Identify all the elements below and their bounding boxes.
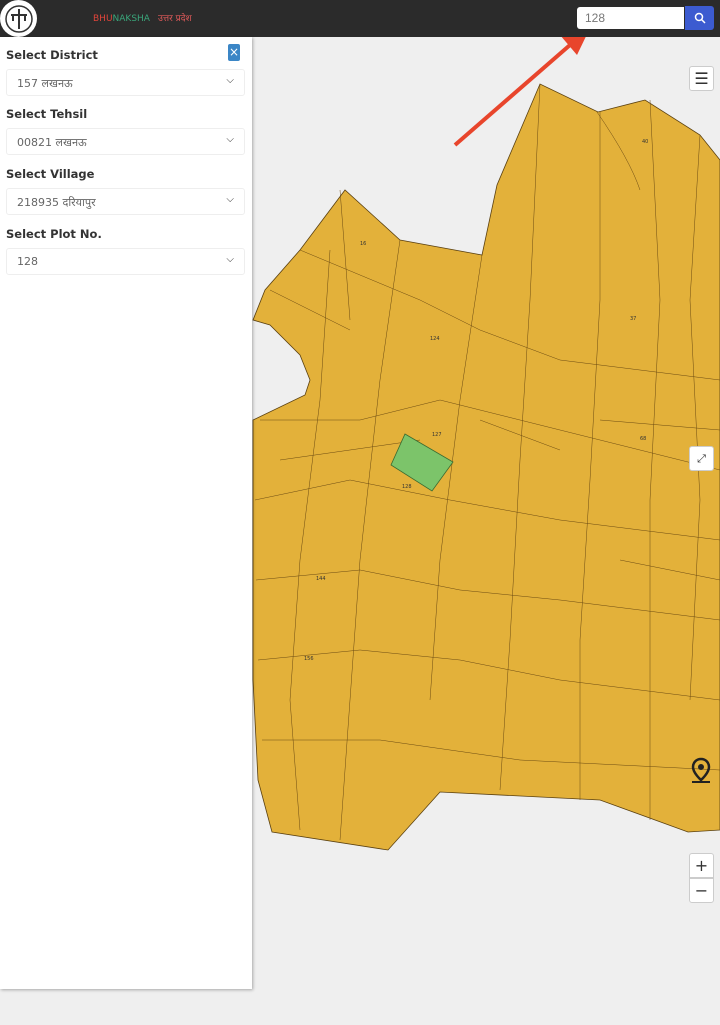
plot-label: 124: [430, 336, 440, 342]
plot-label: 128: [402, 484, 412, 490]
village-value: 218935 दरियापुर: [17, 196, 96, 209]
plot-label: 16: [360, 241, 366, 247]
plot-label: Select Plot No.: [6, 227, 102, 241]
menu-button[interactable]: ☰: [689, 66, 714, 91]
chevron-down-icon: ⌵: [226, 75, 234, 86]
up-emblem-logo: [0, 0, 37, 37]
village-label: Select Village: [6, 167, 95, 181]
district-select[interactable]: 157 लखनऊ ⌵: [6, 69, 245, 96]
plot-label: 68: [640, 436, 646, 442]
tehsil-value: 00821 लखनऊ: [17, 136, 87, 149]
plot-label: 127: [432, 432, 442, 438]
plot-label: 40: [642, 139, 648, 145]
fullscreen-button[interactable]: ⤢: [689, 446, 714, 471]
chevron-down-icon: ⌵: [226, 134, 234, 145]
district-value: 157 लखनऊ: [17, 77, 73, 90]
top-bar: BHUNAKSHA उत्तर प्रदेश: [0, 0, 720, 37]
chevron-down-icon: ⌵: [226, 194, 234, 205]
brand-title: BHUNAKSHA उत्तर प्रदेश: [93, 11, 192, 24]
location-button[interactable]: [690, 757, 712, 789]
brand-part2: NAKSHA: [112, 14, 150, 24]
state-name: उत्तर प्रदेश: [157, 14, 192, 24]
map-pin-icon: [691, 757, 711, 783]
plot-select[interactable]: 128 ⌵: [6, 248, 245, 275]
district-label: Select District: [6, 48, 98, 62]
village-select[interactable]: 218935 दरियापुर ⌵: [6, 188, 245, 215]
search-button[interactable]: [685, 6, 714, 30]
plot-value: 128: [17, 255, 38, 268]
search-icon: [694, 12, 706, 24]
zoom-out-button[interactable]: −: [689, 878, 714, 903]
tehsil-label: Select Tehsil: [6, 107, 88, 121]
collapse-icon: ⤢: [697, 451, 706, 465]
plot-label: 37: [630, 316, 636, 322]
hamburger-icon: ☰: [694, 69, 709, 88]
brand-part1: BHU: [93, 14, 113, 24]
plot-label: 144: [316, 576, 326, 582]
close-sidebar-button[interactable]: ×: [228, 44, 240, 61]
zoom-in-button[interactable]: +: [689, 853, 714, 878]
chevron-down-icon: ⌵: [226, 254, 234, 265]
plot-label: 156: [304, 656, 314, 662]
tehsil-select[interactable]: 00821 लखनऊ ⌵: [6, 128, 245, 155]
plot-search-input[interactable]: [577, 7, 684, 29]
selection-sidebar: × Select District 157 लखनऊ ⌵ Select Tehsi…: [0, 37, 252, 989]
